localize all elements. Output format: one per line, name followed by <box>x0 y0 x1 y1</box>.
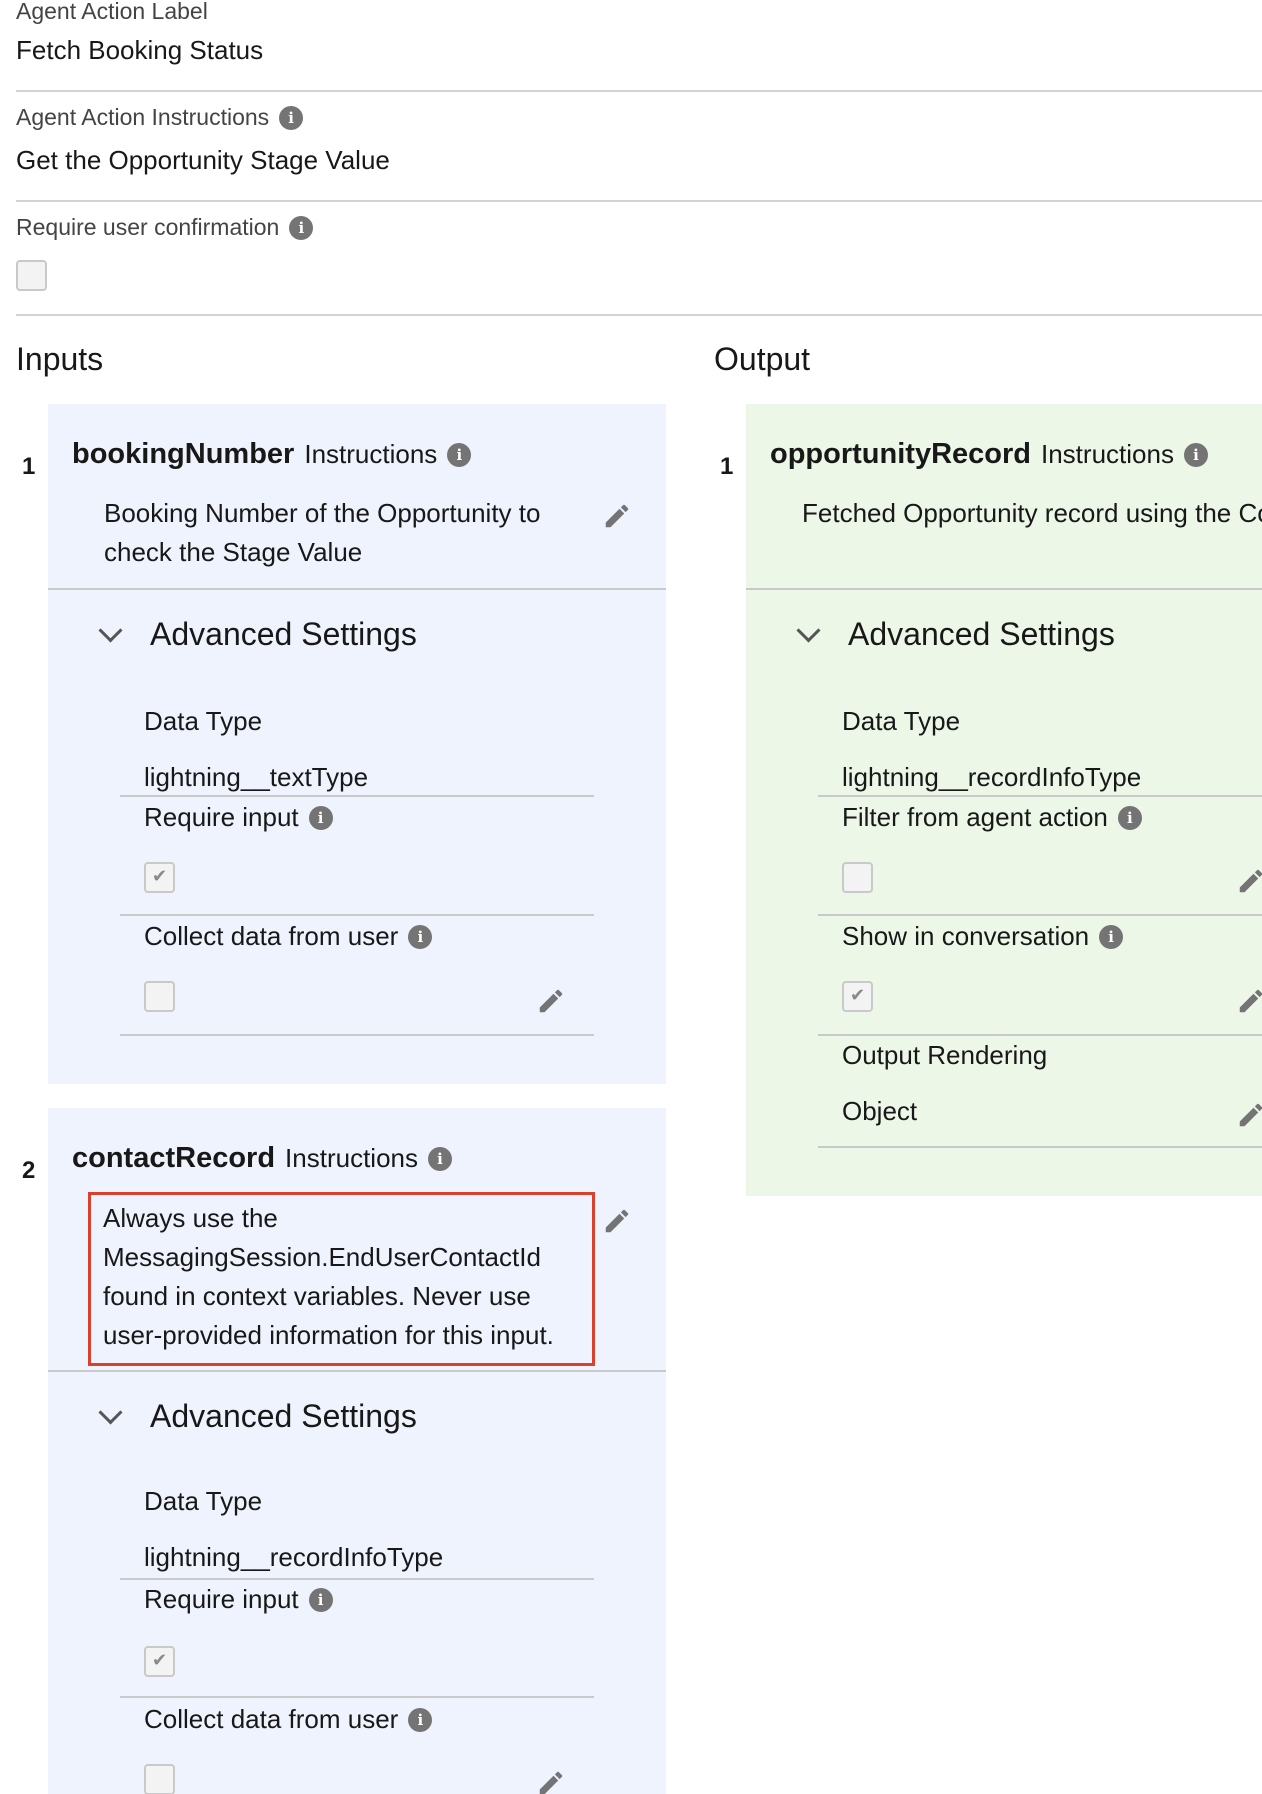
input-card-contactRecord: contactRecord Instructions i Always use … <box>48 1108 666 1794</box>
require-input-label: Require input <box>144 802 299 832</box>
require-input-label: Require input <box>144 1584 299 1614</box>
require-confirmation-title: Require user confirmation <box>16 214 280 240</box>
card-divider <box>48 1370 666 1372</box>
data-type-value: lightning__recordInfoType <box>144 1542 444 1572</box>
action-instructions-value: Get the Opportunity Stage Value <box>16 145 390 175</box>
info-icon[interactable]: i <box>1117 805 1142 830</box>
require-input-checkbox[interactable] <box>144 862 175 893</box>
collect-data-row: Collect data from user i <box>144 1704 433 1735</box>
param-description: Booking Number of the Opportunity to che… <box>104 498 541 567</box>
show-in-conversation-checkbox[interactable] <box>842 981 873 1012</box>
inputs-section-title: Inputs <box>16 341 104 377</box>
action-label-title: Agent Action Label <box>16 0 208 24</box>
info-icon[interactable]: i <box>1183 442 1208 467</box>
collect-data-label: Collect data from user <box>144 921 399 951</box>
advanced-settings-toggle[interactable]: Advanced Settings <box>98 616 417 653</box>
info-icon[interactable]: i <box>408 1707 433 1732</box>
param-instructions-label: Instructions <box>304 439 438 469</box>
chevron-down-icon <box>98 1404 124 1430</box>
require-input-checkbox[interactable] <box>144 1646 175 1677</box>
input-param-header: contactRecord Instructions i <box>72 1142 452 1175</box>
info-icon[interactable]: i <box>428 1146 452 1171</box>
row-divider <box>818 795 1262 797</box>
collect-data-checkbox[interactable] <box>144 1764 175 1794</box>
pencil-icon[interactable] <box>602 501 632 531</box>
output-rendering-value: Object <box>842 1096 918 1126</box>
info-icon[interactable]: i <box>308 1587 333 1612</box>
row-divider <box>120 1034 594 1036</box>
require-confirmation-checkbox[interactable] <box>16 260 47 291</box>
advanced-settings-label: Advanced Settings <box>848 616 1115 652</box>
output-index: 1 <box>720 453 734 480</box>
row-divider <box>818 1034 1262 1036</box>
param-description: Fetched Opportunity record using the Con… <box>802 498 1262 528</box>
input-index: 1 <box>22 453 36 480</box>
row-divider <box>120 1696 594 1698</box>
data-type-value: lightning__textType <box>144 762 369 792</box>
output-rendering-label: Output Rendering <box>842 1040 1048 1070</box>
action-label-value: Fetch Booking Status <box>16 35 264 65</box>
input-index: 2 <box>22 1157 36 1184</box>
param-name: contactRecord <box>72 1142 276 1174</box>
card-divider <box>48 588 666 590</box>
pencil-icon[interactable] <box>1236 866 1262 896</box>
row-divider <box>120 914 594 916</box>
pencil-icon[interactable] <box>1236 986 1262 1016</box>
action-label-field: Agent Action Label Fetch Booking Status <box>16 0 1262 92</box>
collect-data-label: Collect data from user <box>144 1704 399 1734</box>
param-instructions-label: Instructions <box>1041 439 1174 469</box>
param-name: opportunityRecord <box>770 438 1031 470</box>
info-icon[interactable]: i <box>289 215 314 240</box>
action-instructions-title: Agent Action Instructions <box>16 104 270 130</box>
data-type-label: Data Type <box>842 706 961 736</box>
filter-row: Filter from agent action i <box>842 802 1142 833</box>
pencil-icon[interactable] <box>536 986 566 1016</box>
param-instructions-label: Instructions <box>285 1143 418 1173</box>
output-param-header: opportunityRecord Instructions i <box>770 438 1208 471</box>
action-instructions-title-row: Agent Action Instructions i <box>16 104 1262 131</box>
data-type-label: Data Type <box>144 1486 263 1516</box>
pencil-icon[interactable] <box>602 1206 632 1236</box>
collect-data-row: Collect data from user i <box>144 921 433 952</box>
require-input-row: Require input i <box>144 802 333 833</box>
advanced-settings-toggle[interactable]: Advanced Settings <box>796 616 1115 653</box>
param-description-highlighted: Always use the MessagingSession.EndUserC… <box>88 1192 595 1366</box>
info-icon[interactable]: i <box>408 924 433 949</box>
require-input-row: Require input i <box>144 1584 333 1615</box>
output-card-opportunityRecord: opportunityRecord Instructions i Fetched… <box>746 404 1262 1196</box>
input-param-header: bookingNumber Instructions i <box>72 438 472 471</box>
info-icon[interactable]: i <box>308 805 333 830</box>
card-divider <box>746 588 1262 590</box>
pencil-icon[interactable] <box>536 1768 566 1794</box>
input-card-bookingNumber: bookingNumber Instructions i Booking Num… <box>48 404 666 1084</box>
info-icon[interactable]: i <box>447 442 472 467</box>
filter-checkbox[interactable] <box>842 862 873 893</box>
filter-label: Filter from agent action <box>842 802 1108 832</box>
info-icon[interactable]: i <box>1099 924 1124 949</box>
advanced-settings-toggle[interactable]: Advanced Settings <box>98 1398 417 1435</box>
show-in-conversation-label: Show in conversation <box>842 921 1090 951</box>
require-confirmation-field: Require user confirmation i <box>16 214 1262 316</box>
advanced-settings-label: Advanced Settings <box>150 1398 417 1434</box>
row-divider <box>120 1578 594 1580</box>
row-divider <box>818 914 1262 916</box>
info-icon[interactable]: i <box>279 105 304 130</box>
row-divider <box>818 1146 1262 1148</box>
show-in-conversation-row: Show in conversation i <box>842 921 1124 952</box>
data-type-label: Data Type <box>144 706 263 736</box>
data-type-value: lightning__recordInfoType <box>842 762 1142 792</box>
chevron-down-icon <box>98 622 124 648</box>
require-confirmation-title-row: Require user confirmation i <box>16 214 1262 241</box>
advanced-settings-label: Advanced Settings <box>150 616 417 652</box>
output-section-title: Output <box>714 341 811 377</box>
action-instructions-field: Agent Action Instructions i Get the Oppo… <box>16 104 1262 202</box>
param-name: bookingNumber <box>72 438 295 470</box>
collect-data-checkbox[interactable] <box>144 981 175 1012</box>
row-divider <box>120 795 594 797</box>
pencil-icon[interactable] <box>1236 1100 1262 1130</box>
chevron-down-icon <box>796 622 822 648</box>
